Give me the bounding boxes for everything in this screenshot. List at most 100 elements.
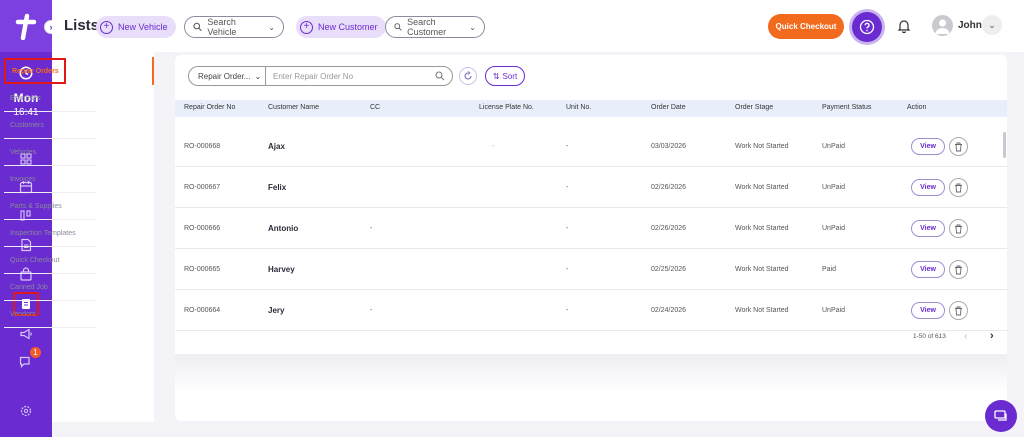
help-button[interactable] — [852, 12, 882, 42]
filter-field-value: Repair Order... — [198, 71, 251, 81]
customer-name: Felix — [268, 183, 287, 192]
table-row[interactable] — [175, 249, 1007, 290]
sort-button[interactable]: ⇅ Sort — [485, 66, 525, 86]
notification-badge: 1 — [30, 347, 41, 358]
subnav-item-vendors[interactable]: Vendors — [4, 301, 96, 328]
new-vehicle-button[interactable]: + New Vehicle — [96, 16, 176, 38]
column-header[interactable]: CC — [370, 104, 380, 111]
column-header[interactable]: License Plate No. — [479, 104, 534, 111]
repair-order-no: RO-000667 — [184, 184, 221, 191]
view-button[interactable]: View — [911, 261, 945, 278]
subnav-item-quick-checkout[interactable]: Quick Checkout — [4, 247, 96, 274]
avatar[interactable] — [932, 15, 953, 36]
new-vehicle-label: New Vehicle — [118, 22, 168, 32]
order-date: 02/26/2026 — [651, 225, 687, 232]
search-icon[interactable] — [435, 71, 445, 81]
customer-name: Antonio — [268, 224, 299, 233]
settings-icon[interactable] — [18, 403, 34, 419]
subnav-item-customers[interactable]: Customers — [4, 112, 96, 139]
order-stage: Work Not Started — [735, 266, 789, 273]
view-button[interactable]: View — [911, 138, 945, 155]
unit-no: - — [566, 143, 569, 150]
support-chat-button[interactable] — [985, 400, 1017, 432]
sort-label: Sort — [502, 71, 518, 81]
megaphone-icon[interactable] — [18, 326, 34, 342]
plus-icon: + — [300, 20, 313, 34]
bell-icon[interactable] — [897, 18, 911, 34]
table-row[interactable] — [175, 167, 1007, 208]
top-header: Lists + New Vehicle Search Vehicle ⌄ + N… — [52, 0, 1024, 52]
order-stage: Work Not Started — [735, 143, 789, 150]
payment-status: UnPaid — [822, 307, 845, 314]
quick-checkout-button[interactable]: Quick Checkout — [768, 14, 844, 39]
trash-icon — [955, 183, 962, 192]
app-logo-icon[interactable] — [14, 12, 38, 40]
delete-button[interactable] — [949, 301, 968, 320]
subnav-item-inspection-templates[interactable]: Inspection Templates — [4, 220, 96, 247]
view-button[interactable]: View — [911, 179, 945, 196]
column-header[interactable]: Unit No. — [566, 104, 591, 111]
order-date: 02/24/2026 — [651, 307, 687, 314]
table-scrollbar[interactable] — [1003, 132, 1006, 158]
table-row[interactable] — [175, 208, 1007, 249]
order-date: 03/03/2026 — [651, 143, 687, 150]
customer-name: Ajax — [268, 142, 285, 151]
delete-button[interactable] — [949, 178, 968, 197]
column-header[interactable]: Order Date — [651, 104, 686, 111]
search-placeholder: Enter Repair Order No — [273, 71, 354, 81]
subnav-item-repair-orders[interactable]: Repair Orders — [4, 58, 66, 84]
order-date: 02/25/2026 — [651, 266, 687, 273]
new-customer-label: New Customer — [318, 22, 378, 32]
license-plate: - — [492, 143, 495, 150]
trash-icon — [955, 306, 962, 315]
previous-page-button[interactable]: ‹ — [964, 331, 967, 342]
refresh-icon — [464, 71, 472, 80]
table-row[interactable] — [175, 290, 1007, 331]
column-header[interactable]: Repair Order No — [184, 104, 235, 111]
unit-no: - — [566, 266, 569, 273]
column-header[interactable]: Customer Name — [268, 104, 319, 111]
chevron-down-icon: ⌄ — [268, 22, 275, 32]
delete-button[interactable] — [949, 137, 968, 156]
customer-name: Jery — [268, 306, 285, 315]
chevron-down-icon: ⌄ — [469, 22, 476, 32]
trash-icon — [955, 224, 962, 233]
subnav-item-vehicles[interactable]: Vehicles — [4, 139, 96, 166]
filter-field-select[interactable]: Repair Order... ⌄ — [188, 66, 266, 86]
view-button[interactable]: View — [911, 220, 945, 237]
user-name: John — [958, 20, 982, 31]
new-customer-button[interactable]: + New Customer — [296, 16, 386, 38]
customer-name: Harvey — [268, 265, 295, 274]
user-menu-button[interactable]: ⌄ — [982, 15, 1002, 35]
unit-no: - — [566, 225, 569, 232]
delete-button[interactable] — [949, 219, 968, 238]
search-customer-dropdown[interactable]: Search Customer ⌄ — [385, 16, 485, 38]
next-page-button[interactable]: › — [990, 330, 994, 342]
delete-button[interactable] — [949, 260, 968, 279]
column-header[interactable]: Payment Status — [822, 104, 871, 111]
chat-bubble-icon — [994, 410, 1007, 421]
subnav-item-invoices[interactable]: Invoices — [4, 166, 96, 193]
table-row[interactable] — [175, 126, 1007, 167]
order-stage: Work Not Started — [735, 225, 789, 232]
page-title: Lists — [64, 17, 100, 34]
active-tab-indicator — [152, 57, 154, 85]
cc-value: - — [370, 225, 373, 232]
search-customer-label: Search Customer — [407, 17, 447, 37]
subnav-item-parts-supplies[interactable]: Parts & Supplies — [4, 193, 96, 220]
column-header: Action — [907, 104, 927, 111]
view-button[interactable]: View — [911, 302, 945, 319]
subnav-item-canned-job[interactable]: Canned Job — [4, 274, 96, 301]
repair-order-no: RO-000664 — [184, 307, 221, 314]
column-header[interactable]: Order Stage — [735, 104, 773, 111]
repair-order-search-input[interactable]: Enter Repair Order No — [265, 66, 453, 86]
subnav-item-estimates[interactable]: Estimates — [4, 85, 96, 112]
refresh-button[interactable] — [459, 67, 477, 85]
payment-status: Paid — [822, 266, 837, 273]
order-stage: Work Not Started — [735, 307, 789, 314]
pagination-summary: 1-50 of 613 — [913, 333, 946, 340]
search-vehicle-label: Search Vehicle — [207, 17, 237, 37]
unit-no: - — [566, 184, 569, 191]
search-vehicle-dropdown[interactable]: Search Vehicle ⌄ — [184, 16, 284, 38]
plus-icon: + — [100, 20, 113, 34]
